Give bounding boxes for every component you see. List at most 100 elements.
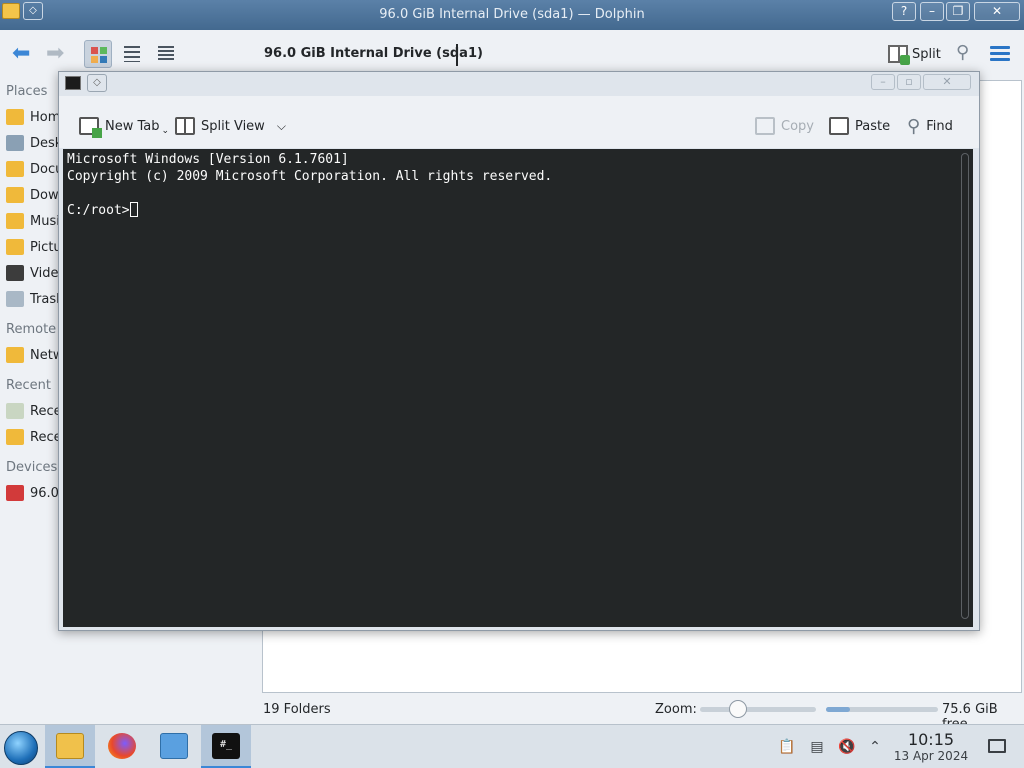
terminal-area[interactable]: Microsoft Windows [Version 6.1.7601] Copy… <box>63 149 973 627</box>
konsole-icon: #_ <box>212 733 240 759</box>
compact-view-button[interactable] <box>118 40 146 68</box>
volume-muted-icon[interactable]: 🔇 <box>838 738 856 756</box>
text-caret <box>456 44 458 66</box>
place-item[interactable]: Pictures <box>6 236 62 258</box>
chevron-down-icon: ⌄ <box>161 126 170 136</box>
new-tab-button[interactable]: New Tab ⌄ <box>79 115 170 138</box>
konsole-titlebar[interactable]: ◇ – ▫ ✕ <box>59 72 979 94</box>
place-item[interactable]: Recent Files <box>6 400 62 422</box>
network-folder-icon <box>6 347 24 363</box>
help-button[interactable]: ? <box>892 2 916 21</box>
minimize-button[interactable]: – <box>871 74 895 90</box>
split-view-button[interactable]: Split View ⌵ <box>175 115 286 137</box>
terminal-prompt: C:/root> <box>67 203 130 218</box>
close-button[interactable]: ✕ <box>923 74 971 90</box>
window-menu-icon[interactable]: ◇ <box>87 74 107 92</box>
folder-pictures-icon <box>6 239 24 255</box>
zoom-slider[interactable] <box>700 707 816 712</box>
show-desktop-icon[interactable] <box>988 739 1006 753</box>
copy-button[interactable]: Copy <box>755 115 814 137</box>
paste-button[interactable]: Paste <box>829 115 890 137</box>
notes-icon[interactable]: ▤ <box>808 738 826 756</box>
chevron-up-icon[interactable]: ⌃ <box>866 738 884 756</box>
hamburger-menu-icon[interactable] <box>990 46 1010 62</box>
folder-downloads-icon <box>6 187 24 203</box>
find-button[interactable]: ⚲ Find <box>907 115 953 137</box>
drive-icon <box>6 485 24 501</box>
terminal-prompt-line: C:/root> <box>67 202 969 219</box>
new-tab-label: New Tab <box>105 118 160 134</box>
places-panel: Places Remote Recent Devices Home Desktop… <box>0 80 62 700</box>
clipboard-icon[interactable]: 📋 <box>778 738 796 756</box>
icons-view-icon <box>91 47 107 63</box>
place-item[interactable]: Desktop <box>6 132 62 154</box>
devices-section-title: Devices <box>6 460 58 475</box>
terminal-line: Microsoft Windows [Version 6.1.7601] <box>67 152 349 167</box>
location-breadcrumb[interactable]: 96.0 GiB Internal Drive (sda1) <box>264 46 483 61</box>
place-item[interactable]: Music <box>6 210 62 232</box>
konsole-window: ◇ – ▫ ✕ New Tab ⌄ Split View ⌵ Copy Past… <box>58 71 980 631</box>
split-view-icon <box>888 45 910 65</box>
folder-videos-icon <box>6 265 24 281</box>
clock-time: 10:15 <box>907 730 955 749</box>
places-section-title: Places <box>6 84 48 99</box>
terminal-cursor <box>129 202 138 217</box>
compact-view-icon <box>124 46 140 62</box>
terminal-line: Copyright (c) 2009 Microsoft Corporation… <box>67 169 553 184</box>
folder-music-icon <box>6 213 24 229</box>
folder-icon <box>56 733 84 759</box>
maximize-button[interactable]: ❐ <box>946 2 970 21</box>
firefox-icon <box>108 733 136 759</box>
close-button[interactable]: ✕ <box>974 2 1020 21</box>
place-item[interactable]: Downloads <box>6 184 62 206</box>
system-settings-icon <box>160 733 188 759</box>
place-item[interactable]: Network <box>6 344 62 366</box>
new-tab-icon <box>79 117 102 138</box>
paste-label: Paste <box>855 118 891 134</box>
search-icon[interactable]: ⚲ <box>956 42 969 63</box>
copy-icon <box>755 117 775 135</box>
forward-button[interactable]: ➡ <box>46 42 72 66</box>
clock[interactable]: 10:15 13 Apr 2024 <box>890 730 972 764</box>
dolphin-titlebar[interactable]: ◇ 96.0 GiB Internal Drive (sda1) — Dolph… <box>0 0 1024 30</box>
folder-documents-icon <box>6 161 24 177</box>
folder-home-icon <box>6 109 24 125</box>
window-title: 96.0 GiB Internal Drive (sda1) — Dolphin <box>379 7 645 22</box>
place-item[interactable]: Videos <box>6 262 62 284</box>
task-system-settings[interactable] <box>149 725 199 768</box>
remote-section-title: Remote <box>6 322 57 337</box>
place-item[interactable]: 96.0 GiB Internal Drive (sda1) <box>6 482 62 504</box>
paste-icon <box>829 117 849 135</box>
split-view-icon <box>175 117 195 135</box>
split-view-label: Split View <box>201 118 265 134</box>
folder-count: 19 Folders <box>263 702 331 717</box>
maximize-button[interactable]: ▫ <box>897 74 921 90</box>
task-konsole[interactable]: #_ <box>201 725 251 768</box>
recent-locations-icon <box>6 429 24 445</box>
details-view-icon <box>158 46 174 62</box>
place-item[interactable]: Home <box>6 106 62 128</box>
clock-date: 13 Apr 2024 <box>893 749 969 763</box>
split-label: Split <box>912 46 941 62</box>
place-item[interactable]: Recent Locations <box>6 426 62 448</box>
terminal-icon[interactable] <box>65 76 81 90</box>
minimize-button[interactable]: – <box>920 2 944 21</box>
place-item[interactable]: Documents <box>6 158 62 180</box>
trash-icon <box>6 291 24 307</box>
task-dolphin[interactable] <box>45 725 95 768</box>
desktop-icon <box>6 135 24 151</box>
find-label: Find <box>926 118 953 134</box>
place-item[interactable]: Trash <box>6 288 62 310</box>
chevron-down-icon: ⌵ <box>276 118 286 133</box>
task-firefox[interactable] <box>97 725 147 768</box>
back-button[interactable]: ⬅ <box>12 42 38 66</box>
split-button[interactable]: Split <box>888 42 941 66</box>
icons-view-button[interactable] <box>84 40 112 68</box>
zoom-label: Zoom: <box>655 702 697 717</box>
details-view-button[interactable] <box>152 40 180 68</box>
start-menu-button[interactable] <box>4 731 38 765</box>
terminal-scrollbar[interactable] <box>961 153 969 619</box>
recent-files-icon <box>6 403 24 419</box>
taskbar: #_ 📋 ▤ 🔇 ⌃ 10:15 13 Apr 2024 <box>0 724 1024 768</box>
